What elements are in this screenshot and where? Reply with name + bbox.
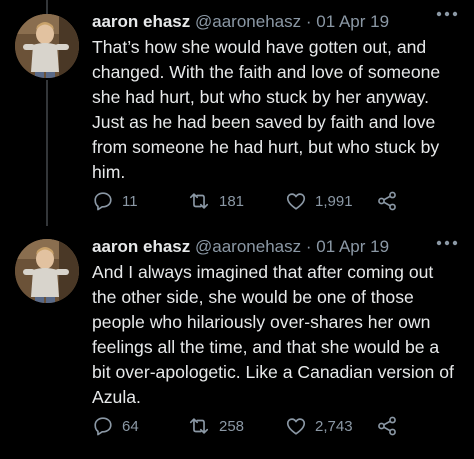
like-button[interactable]: 1,991 [285, 189, 353, 213]
separator-dot: · [305, 12, 312, 31]
user-handle[interactable]: @aaronehasz [195, 12, 301, 31]
tweet-header: aaron ehasz @aaronehasz · 01 Apr 19 [92, 236, 389, 258]
tweet-actions: 64 258 2,743 [92, 414, 422, 438]
share-icon [378, 191, 396, 211]
tweet[interactable]: aaron ehasz @aaronehasz · 01 Apr 19 That… [0, 0, 474, 230]
avatar-photo [15, 239, 79, 303]
like-button[interactable]: 2,743 [285, 414, 353, 438]
reply-count: 64 [122, 417, 139, 435]
tweet[interactable]: aaron ehasz @aaronehasz · 01 Apr 19 And … [0, 230, 474, 459]
retweet-count: 258 [219, 417, 245, 435]
separator-dot: · [305, 237, 312, 256]
more-icon[interactable] [434, 235, 460, 249]
tweet-header: aaron ehasz @aaronehasz · 01 Apr 19 [92, 11, 389, 33]
user-handle[interactable]: @aaronehasz [195, 237, 301, 256]
share-button[interactable] [375, 414, 407, 438]
like-count: 1,991 [315, 192, 353, 210]
share-icon [378, 416, 396, 436]
tweet-date[interactable]: 01 Apr 19 [316, 12, 389, 31]
heart-icon [286, 418, 306, 435]
display-name[interactable]: aaron ehasz [92, 237, 190, 256]
avatar-photo [15, 14, 79, 78]
reply-icon [94, 417, 112, 436]
retweet-count: 181 [219, 192, 245, 210]
retweet-icon [189, 193, 209, 209]
tweet-actions: 11 181 1,991 [92, 189, 422, 213]
avatar[interactable] [15, 239, 79, 303]
avatar[interactable] [15, 14, 79, 78]
reply-icon [94, 192, 112, 211]
like-count: 2,743 [315, 417, 353, 435]
reply-count: 11 [122, 192, 138, 210]
heart-icon [286, 193, 306, 210]
retweet-button[interactable]: 181 [187, 189, 244, 213]
share-button[interactable] [375, 189, 407, 213]
retweet-icon [189, 418, 209, 434]
display-name[interactable]: aaron ehasz [92, 12, 190, 31]
reply-button[interactable]: 64 [92, 414, 139, 438]
tweet-text: That’s how she would have gotten out, an… [92, 37, 441, 182]
reply-button[interactable]: 11 [92, 189, 138, 213]
more-icon[interactable] [434, 6, 460, 20]
retweet-button[interactable]: 258 [187, 414, 244, 438]
tweet-text: And I always imagined that after coming … [92, 262, 454, 407]
tweet-date[interactable]: 01 Apr 19 [316, 237, 389, 256]
